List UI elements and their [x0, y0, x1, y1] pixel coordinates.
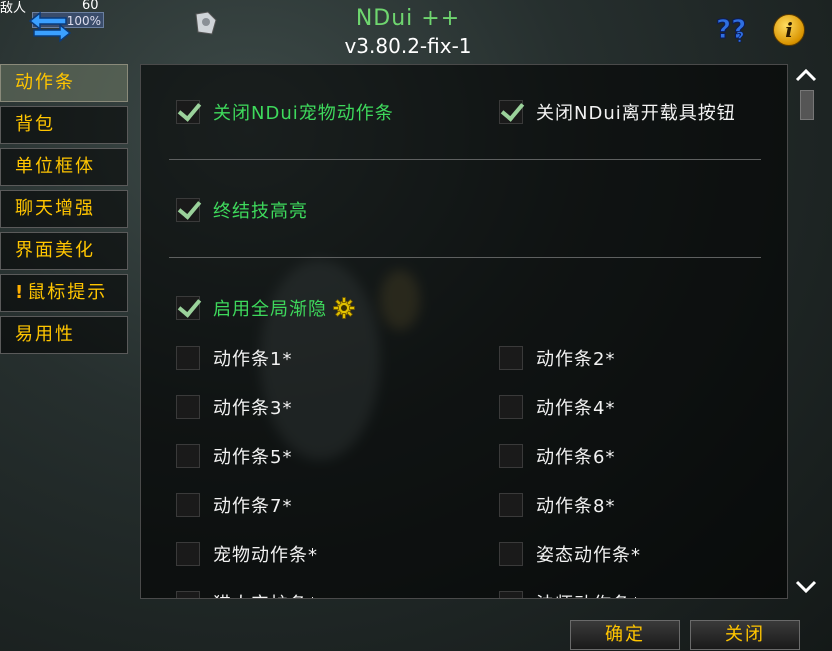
option-hide-pet-bar[interactable]: 关闭NDui宠物动作条	[176, 99, 394, 125]
sidebar-item-label: 动作条	[15, 72, 75, 93]
checkbox[interactable]	[176, 346, 200, 370]
sidebar-item-chat[interactable]: 聊天增强	[0, 190, 128, 228]
option-label: 动作条5*	[213, 447, 293, 468]
option-label: 姿态动作条*	[536, 545, 641, 566]
option-label: 动作条4*	[536, 398, 616, 419]
sidebar-item-label: 聊天增强	[15, 198, 95, 219]
options-panel: 关闭NDui宠物动作条 关闭NDui离开载具按钮 终结技高亮 启用全局渐隐 动作…	[140, 64, 788, 599]
option-label: 动作条3*	[213, 398, 293, 419]
sidebar-item-label: 易用性	[15, 324, 75, 345]
option-bar6-fade[interactable]: 动作条6*	[499, 443, 615, 469]
sidebar-item-tooltip[interactable]: ! 鼠标提示	[0, 274, 128, 312]
option-label: 启用全局渐隐	[213, 299, 327, 320]
checkbox[interactable]	[176, 296, 200, 320]
addon-version: v3.80.2-fix-1	[344, 34, 472, 58]
option-label: 猎人守护条*	[213, 590, 318, 598]
svg-text:?: ?	[736, 30, 744, 44]
option-aspectbar-fade[interactable]: 猎人守护条*	[176, 590, 318, 598]
swap-arrows-icon[interactable]	[26, 9, 74, 45]
checkbox[interactable]	[176, 542, 200, 566]
option-bar8-fade[interactable]: 动作条8*	[499, 492, 615, 518]
sidebar-item-label: 鼠标提示	[27, 282, 108, 303]
sidebar-item-actionbar[interactable]: 动作条	[0, 64, 128, 102]
ok-button[interactable]: 确定	[570, 620, 680, 650]
option-magebar-fade[interactable]: 法师动作条*	[499, 590, 641, 598]
option-label: 动作条6*	[536, 447, 616, 468]
help-question-icon[interactable]: ?? ?	[714, 12, 750, 45]
option-label: 动作条1*	[213, 349, 293, 370]
option-stancebar-fade[interactable]: 姿态动作条*	[499, 541, 641, 567]
option-label: 动作条7*	[213, 496, 293, 517]
scroll-up-icon[interactable]	[794, 66, 818, 84]
checkbox[interactable]	[499, 542, 523, 566]
sidebar-item-bags[interactable]: 背包	[0, 106, 128, 144]
option-finisher-glow[interactable]: 终结技高亮	[176, 197, 308, 223]
gear-icon[interactable]	[333, 297, 355, 319]
scrollbar-thumb[interactable]	[800, 90, 814, 120]
option-label: 动作条2*	[536, 349, 616, 370]
target-name: 敌人	[0, 1, 27, 16]
checkbox[interactable]	[176, 198, 200, 222]
option-label: 法师动作条*	[536, 590, 641, 598]
option-bar7-fade[interactable]: 动作条7*	[176, 492, 292, 518]
sidebar-item-unitframes[interactable]: 单位框体	[0, 148, 128, 186]
checkbox[interactable]	[176, 493, 200, 517]
option-label: 关闭NDui离开载具按钮	[536, 103, 736, 124]
sidebar-item-label: 界面美化	[15, 240, 95, 261]
option-global-fade[interactable]: 启用全局渐隐	[176, 295, 355, 321]
option-bar4-fade[interactable]: 动作条4*	[499, 394, 615, 420]
option-label: 动作条8*	[536, 496, 616, 517]
option-hide-leave-vehicle[interactable]: 关闭NDui离开载具按钮	[499, 99, 736, 125]
checkbox[interactable]	[499, 346, 523, 370]
divider	[169, 159, 761, 160]
checkbox[interactable]	[499, 591, 523, 598]
option-bar3-fade[interactable]: 动作条3*	[176, 394, 292, 420]
option-bar2-fade[interactable]: 动作条2*	[499, 345, 615, 371]
checkbox[interactable]	[499, 493, 523, 517]
option-label: 关闭NDui宠物动作条	[213, 103, 394, 124]
sidebar-item-label: 单位框体	[15, 156, 95, 177]
checkbox[interactable]	[176, 444, 200, 468]
divider	[169, 257, 761, 258]
checkbox[interactable]	[176, 100, 200, 124]
option-label: 终结技高亮	[213, 201, 308, 222]
sidebar-item-misc[interactable]: 易用性	[0, 316, 128, 354]
sidebar-item-skins[interactable]: 界面美化	[0, 232, 128, 270]
info-icon[interactable]: i	[773, 14, 805, 46]
checkbox[interactable]	[499, 395, 523, 419]
option-label: 宠物动作条*	[213, 545, 318, 566]
checkbox[interactable]	[176, 591, 200, 598]
sidebar-item-label: 背包	[15, 114, 55, 135]
checkbox[interactable]	[499, 100, 523, 124]
checkbox[interactable]	[176, 395, 200, 419]
addon-title: NDui ++	[355, 6, 461, 31]
armor-icon	[195, 11, 217, 35]
option-petbar-fade[interactable]: 宠物动作条*	[176, 541, 318, 567]
option-bar5-fade[interactable]: 动作条5*	[176, 443, 292, 469]
category-sidebar: 动作条 背包 单位框体 聊天增强 界面美化 ! 鼠标提示 易用性	[0, 64, 128, 358]
checkbox[interactable]	[499, 444, 523, 468]
scroll-down-icon[interactable]	[794, 578, 818, 596]
option-bar1-fade[interactable]: 动作条1*	[176, 345, 292, 371]
close-button[interactable]: 关闭	[690, 620, 800, 650]
warning-icon: !	[15, 282, 26, 303]
